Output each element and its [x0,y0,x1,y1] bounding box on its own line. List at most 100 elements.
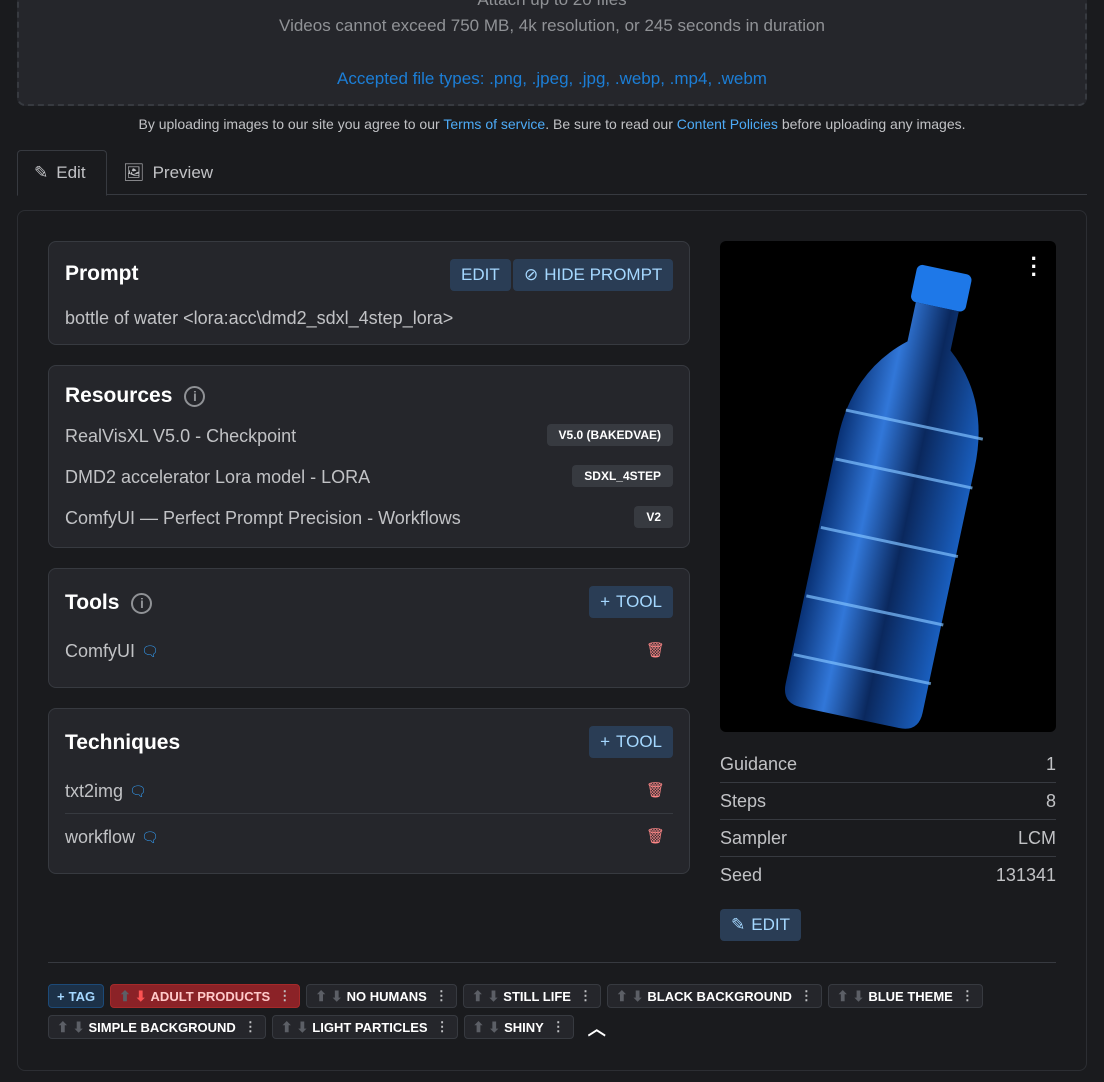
upvote-icon[interactable]: ⬆ [119,988,131,1005]
resource-name[interactable]: RealVisXL V5.0 - Checkpoint [65,426,296,447]
meta-value: 8 [1045,790,1056,811]
content-policies-link[interactable]: Content Policies [677,116,778,132]
tag-menu-icon[interactable]: ⋮ [548,1019,565,1035]
downvote-icon[interactable]: ⬇ [135,988,147,1005]
meta-label: Sampler [720,827,788,848]
pencil-icon: ✎ [34,163,49,182]
resource-name[interactable]: DMD2 accelerator Lora model - LORA [65,467,370,488]
technique-item: workflow 🗨 [65,827,159,848]
more-options-icon[interactable]: · · · [1031,248,1038,286]
tag[interactable]: ⬆ ⬇ SHINY ⋮ [463,1015,574,1039]
tag-menu-icon[interactable]: ⋮ [796,988,813,1004]
downvote-icon[interactable]: ⬇ [331,988,343,1005]
button-label: EDIT [461,265,500,284]
resources-title: Resources i [65,384,206,408]
tag-label: BLUE THEME [868,988,953,1004]
info-icon[interactable]: i [184,385,206,407]
tag-menu-icon[interactable]: ⋮ [274,988,291,1004]
resources-card: Resources i RealVisXL V5.0 - Checkpoint V… [48,365,690,548]
techniques-card: Techniques + TOOL txt2img 🗨 🗑 workflow 🗨 🗑 [48,708,690,874]
tab-bar: ✎ Edit 🖼 Preview [17,150,1087,196]
add-note-icon[interactable]: 🗨 [141,829,159,846]
tag[interactable]: ⬆ ⬇ BLACK BACKGROUND ⋮ [606,984,822,1008]
tag-list: + TAG ⬆ ⬇ ADULT PRODUCTS ⋮ ⬆ ⬇ NO HUMANS ⋮ ⬆ ⬇ ST… [48,962,1056,1041]
plus-icon: + [600,592,611,611]
technique-name: workflow [65,827,136,847]
tab-preview[interactable]: 🖼 Preview [107,150,229,195]
tools-card: Tools i + TOOL ComfyUI 🗨 🗑 [48,568,690,688]
downvote-icon[interactable]: ⬇ [297,1019,309,1036]
upvote-icon[interactable]: ⬆ [472,988,484,1005]
info-icon[interactable]: i [131,592,153,614]
downvote-icon[interactable]: ⬇ [488,988,500,1005]
add-technique-button[interactable]: + TOOL [589,726,673,758]
tag[interactable]: ⬆ ⬇ SIMPLE BACKGROUND ⋮ [48,1015,266,1039]
tag-menu-icon[interactable]: ⋮ [575,988,592,1004]
trash-icon[interactable]: 🗑 [646,827,665,845]
upvote-icon[interactable]: ⬆ [616,988,628,1005]
dropzone-limit: Attach up to 20 files [19,0,1085,10]
technique-item: txt2img 🗨 [65,781,147,802]
technique-name: txt2img [65,781,124,801]
prompt-card: Prompt EDIT ⊘ HIDE PROMPT bottle of water… [48,241,690,345]
hide-prompt-button[interactable]: ⊘ HIDE PROMPT [513,259,674,291]
add-note-icon[interactable]: 🗨 [129,783,147,800]
add-note-icon[interactable]: 🗨 [141,643,159,660]
upvote-icon[interactable]: ⬆ [57,1019,69,1036]
downvote-icon[interactable]: ⬇ [853,988,865,1005]
techniques-title: Techniques [65,731,181,754]
tag-label: BLACK BACKGROUND [647,988,792,1004]
dropzone-accepted-types: Accepted file types: .png, .jpeg, .jpg, … [337,69,767,88]
upvote-icon[interactable]: ⬆ [837,988,849,1005]
terms-notice: By uploading images to our site you agre… [0,116,1104,132]
tag[interactable]: ⬆ ⬇ LIGHT PARTICLES ⋮ [271,1015,458,1039]
trash-icon[interactable]: 🗑 [646,781,665,799]
meta-label: Seed [720,865,763,885]
upvote-icon[interactable]: ⬆ [281,1019,293,1036]
tag[interactable]: ⬆ ⬇ NO HUMANS ⋮ [306,984,457,1008]
button-label: TAG [68,988,96,1004]
tag-menu-icon[interactable]: ⋮ [432,1019,449,1035]
downvote-icon[interactable]: ⬇ [632,988,644,1005]
terms-link[interactable]: Terms of service [443,116,545,132]
downvote-icon[interactable]: ⬇ [488,1019,500,1036]
meta-value: 131341 [995,865,1056,885]
tag-label: NO HUMANS [346,988,427,1004]
tag-menu-icon[interactable]: ⋮ [957,988,974,1004]
prompt-text: bottle of water <lora:acc\dmd2_sdxl_4ste… [65,308,454,328]
meta-value: LCM [1017,827,1056,848]
tag[interactable]: ⬆ ⬇ BLUE THEME ⋮ [827,984,983,1008]
divider [65,813,673,814]
tool-name: ComfyUI [65,641,136,661]
add-tool-button[interactable]: + TOOL [589,586,673,618]
tag[interactable]: ⬆ ⬇ STILL LIFE ⋮ [462,984,601,1008]
resource-name[interactable]: ComfyUI — Perfect Prompt Precision - Wor… [65,508,461,529]
tab-edit[interactable]: ✎ Edit [17,150,107,196]
eye-off-icon: ⊘ [524,265,539,284]
tag-menu-icon[interactable]: ⋮ [240,1019,257,1035]
upvote-icon[interactable]: ⬆ [315,988,327,1005]
edit-prompt-button[interactable]: EDIT [450,259,511,291]
plus-icon: + [57,988,65,1004]
tag-label: SIMPLE BACKGROUND [88,1019,236,1035]
tab-label: Edit [56,163,86,182]
meta-label: Guidance [720,753,798,774]
generated-image[interactable]: · · · [720,241,1056,732]
tag-label: SHINY [504,1019,544,1035]
upload-dropzone[interactable]: Attach up to 20 files Videos cannot exce… [17,0,1087,106]
upvote-icon[interactable]: ⬆ [473,1019,485,1036]
tag-label: LIGHT PARTICLES [312,1019,428,1035]
tag-menu-icon[interactable]: ⋮ [431,988,448,1004]
button-label: HIDE PROMPT [544,265,663,284]
terms-text: . Be sure to read our [545,116,677,132]
terms-text: By uploading images to our site you agre… [138,116,444,132]
trash-icon[interactable]: 🗑 [646,641,665,659]
button-label: EDIT [751,915,790,934]
downvote-icon[interactable]: ⬇ [73,1019,85,1036]
pencil-icon: ✎ [731,915,746,934]
collapse-tags-chevron-up-icon[interactable]: ︿ [580,1015,614,1041]
edit-meta-button[interactable]: ✎ EDIT [720,909,801,941]
resource-version-badge: V5.0 (BAKEDVAE) [546,424,673,446]
add-tag-button[interactable]: + TAG [48,984,105,1008]
tag[interactable]: ⬆ ⬇ ADULT PRODUCTS ⋮ [110,984,301,1008]
